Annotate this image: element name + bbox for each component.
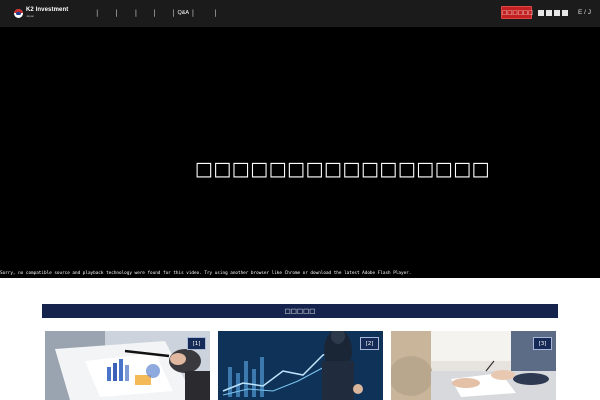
feature-card-2[interactable]: [2]	[218, 331, 383, 400]
nav-separator: |	[153, 9, 156, 17]
utility-icons	[538, 10, 568, 16]
card-badge: [3]	[533, 337, 552, 350]
logo-tagline: Japan	[26, 14, 35, 18]
logo-mark-icon	[14, 8, 23, 18]
nav-separator: |	[134, 9, 138, 17]
analysis-documents-image	[45, 331, 210, 400]
section-title: □□□□□	[42, 304, 558, 318]
square-icon[interactable]	[562, 10, 568, 16]
square-icon[interactable]	[538, 10, 544, 16]
site-header: K2 Investment Japan | | | | | Q&A | | □□…	[0, 0, 600, 27]
contact-button[interactable]: □□□□□□	[501, 6, 533, 19]
business-meeting-image	[391, 331, 556, 400]
feature-card-3[interactable]: [3]	[391, 331, 556, 400]
card-badge: [2]	[360, 337, 379, 350]
nav-item-qa[interactable]: Q&A	[175, 8, 192, 19]
square-icon[interactable]	[554, 10, 560, 16]
main-nav: | | | | | Q&A | |	[96, 8, 217, 19]
nav-separator: |	[191, 9, 195, 17]
language-switch[interactable]: E / J	[578, 9, 591, 16]
video-error-message: Sorry, no compatible source and playback…	[0, 270, 600, 278]
feature-card-1[interactable]: [1]	[45, 331, 210, 400]
nav-separator: |	[214, 9, 217, 17]
square-icon[interactable]	[546, 10, 552, 16]
hero-video-player[interactable]: □□□□□□□□□□□□□□□□	[0, 27, 600, 278]
financial-chart-image	[218, 331, 383, 400]
nav-separator: |	[96, 9, 99, 17]
card-badge: [1]	[187, 337, 206, 350]
nav-separator: |	[115, 9, 118, 17]
hero-title: □□□□□□□□□□□□□□□□	[194, 158, 490, 180]
site-logo[interactable]: K2 Investment Japan	[14, 7, 68, 19]
